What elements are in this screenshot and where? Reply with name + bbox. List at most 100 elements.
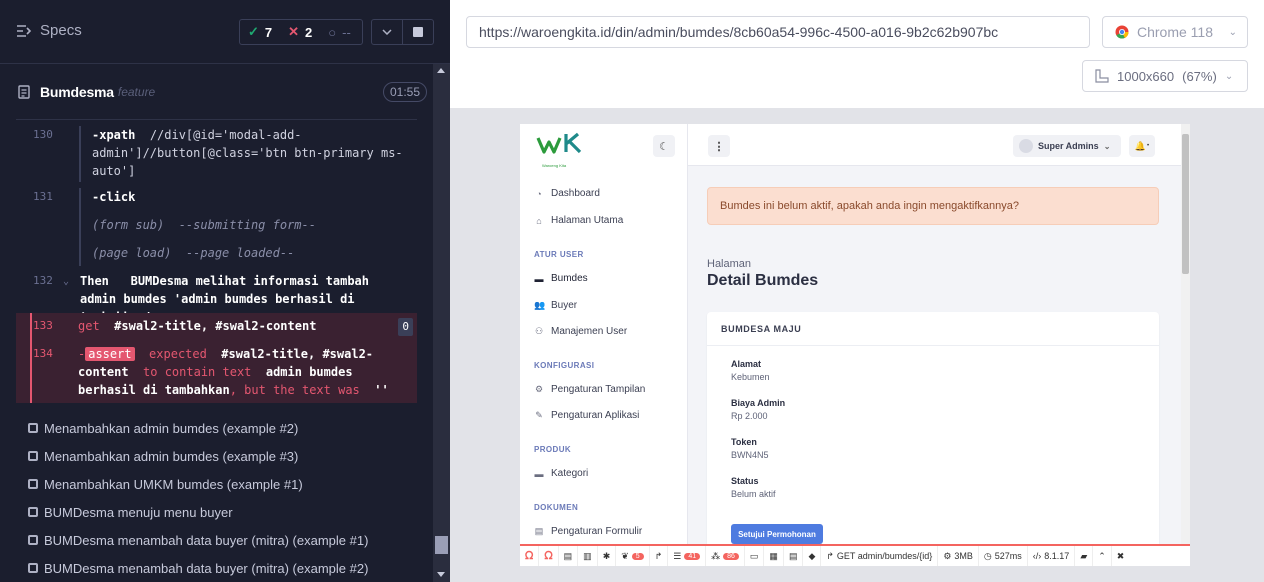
app-under-test-frame: Waroeng Kita ☾ ◔ Dashboard ⌂ Halaman Utama… bbox=[520, 124, 1190, 566]
test-status-icon bbox=[28, 423, 38, 433]
nav-manajemen-user[interactable]: ⚇ Manajemen User bbox=[534, 326, 627, 337]
url-bar[interactable]: https://waroengkita.id/din/admin/bumdes/… bbox=[466, 16, 1090, 48]
command-row[interactable]: 130 -xpath //div[@id='modal-add-admin']/… bbox=[16, 126, 417, 182]
nav-label: Buyer bbox=[551, 300, 578, 311]
auto-scroll-button[interactable] bbox=[372, 20, 402, 44]
suite-type: feature bbox=[117, 85, 156, 99]
stop-button[interactable] bbox=[402, 20, 433, 44]
approve-button[interactable]: Setujui Permohonan bbox=[731, 524, 823, 544]
viewport-zoom: (67%) bbox=[1182, 68, 1217, 84]
nav-pengaturan-formulir[interactable]: ▤ Pengaturan Formulir bbox=[534, 526, 642, 537]
header-controls bbox=[371, 19, 434, 45]
user-icon: ⚇ bbox=[534, 326, 544, 336]
nav-label: Pengaturan Aplikasi bbox=[551, 410, 640, 421]
failed-count: 2 bbox=[305, 24, 313, 40]
specs-button[interactable]: Specs bbox=[16, 22, 82, 39]
test-item[interactable]: BUMDesma menambah data buyer (mitra) (ex… bbox=[28, 554, 368, 582]
laravel-logo-icon[interactable]: ᘯ bbox=[520, 546, 540, 566]
nav-label: Halaman Utama bbox=[551, 215, 624, 226]
caret-up-icon[interactable]: ⌃ bbox=[1093, 546, 1112, 566]
nav-dashboard[interactable]: ◔ Dashboard bbox=[534, 188, 600, 199]
scrollbar-thumb[interactable] bbox=[1182, 134, 1189, 274]
test-item[interactable]: Menambahkan admin bumdes (example #3) bbox=[28, 442, 298, 470]
table-icon[interactable]: ▦ bbox=[764, 546, 784, 566]
suite-header[interactable]: Bumdesma feature 01:55 bbox=[16, 78, 433, 106]
test-item[interactable]: BUMDesma menambah data buyer (mitra) (ex… bbox=[28, 526, 368, 554]
bell-icon[interactable]: 🔔 • bbox=[1129, 135, 1155, 157]
nav-buyer[interactable]: 👥 Buyer bbox=[534, 300, 577, 311]
test-item[interactable]: Menambahkan UMKM bumdes (example #1) bbox=[28, 470, 303, 498]
page-pretitle: Halaman bbox=[707, 258, 752, 270]
field-label: Token bbox=[731, 437, 757, 447]
nav-kategori[interactable]: ▬ Kategori bbox=[534, 468, 589, 479]
timeline-tab-icon[interactable]: ▥ bbox=[578, 546, 598, 566]
chevron-down-icon: ⌄ bbox=[1224, 70, 1234, 82]
command-row[interactable]: (page load) --page loaded-- bbox=[16, 238, 417, 266]
spinner-icon: ○ bbox=[328, 24, 337, 40]
chevron-down-icon: ⌄ bbox=[1103, 141, 1111, 151]
kebab-menu-icon[interactable]: ⋮ bbox=[708, 135, 730, 157]
inbox-icon[interactable]: ▭ bbox=[745, 546, 765, 566]
pending-count: -- bbox=[342, 24, 351, 40]
models-count: 86 bbox=[723, 552, 739, 560]
nav-pengaturan-aplikasi[interactable]: ✎ Pengaturan Aplikasi bbox=[534, 410, 639, 421]
command-row[interactable]: 131 -click bbox=[16, 188, 417, 210]
browser-name: Chrome 118 bbox=[1137, 24, 1214, 40]
viewport-selector[interactable]: 1000x660 (67%) ⌄ bbox=[1082, 60, 1248, 92]
section-atur-user: ATUR USER bbox=[534, 250, 584, 259]
close-icon[interactable]: ✖ bbox=[1112, 546, 1130, 566]
dashboard-icon: ◔ bbox=[536, 188, 542, 199]
app-main: Bumdes ini belum aktif, apakah anda ingi… bbox=[688, 166, 1181, 552]
command-name: (page load) bbox=[92, 246, 172, 260]
bug-icon[interactable]: ✱ bbox=[598, 546, 617, 566]
folder-icon[interactable]: ▰ bbox=[1075, 546, 1094, 566]
nav-pengaturan-tampilan[interactable]: ⚙ Pengaturan Tampilan bbox=[534, 384, 645, 395]
app-scrollbar[interactable] bbox=[1181, 124, 1190, 544]
field-token: Token BWN4N5 bbox=[731, 437, 769, 460]
share-icon[interactable]: ↱ bbox=[650, 546, 669, 566]
command-row[interactable]: (form sub) --submitting form-- bbox=[16, 210, 417, 238]
test-item[interactable]: Menambahkan admin bumdes (example #2) bbox=[28, 414, 298, 442]
models-tab[interactable]: ⁂ 86 bbox=[706, 546, 745, 566]
browser-selector[interactable]: Chrome 118 ⌄ bbox=[1102, 16, 1248, 48]
command-message: --page loaded-- bbox=[185, 246, 295, 260]
route-item[interactable]: ↱ GET admin/bumdes/{id} bbox=[821, 546, 939, 566]
nav-label: Pengaturan Formulir bbox=[551, 526, 643, 537]
memory-text: 3MB bbox=[954, 551, 973, 561]
scroll-up-arrow-icon[interactable] bbox=[437, 68, 445, 73]
messages-tab[interactable]: ❦ 5 bbox=[616, 546, 650, 566]
test-item[interactable]: BUMDesma menuju menu buyer bbox=[28, 498, 233, 526]
messages-tab-icon[interactable]: ▤ bbox=[559, 546, 579, 566]
list-icon[interactable]: ▤ bbox=[784, 546, 804, 566]
field-biaya-admin: Biaya Admin Rp 2.000 bbox=[731, 398, 785, 421]
moon-icon[interactable]: ☾ bbox=[653, 135, 675, 157]
home-icon: ⌂ bbox=[536, 215, 542, 226]
wrench-icon: ✎ bbox=[535, 410, 543, 420]
nav-halaman-utama[interactable]: ⌂ Halaman Utama bbox=[534, 215, 623, 226]
reporter-scrollbar[interactable] bbox=[433, 64, 450, 582]
laravel-icon[interactable]: ᘯ bbox=[539, 546, 559, 566]
passed-count: 7 bbox=[264, 24, 273, 40]
command-number: 130 bbox=[33, 128, 53, 141]
user-menu-button[interactable]: Super Admins ⌄ bbox=[1013, 135, 1121, 157]
tag-icon[interactable]: ◆ bbox=[803, 546, 822, 566]
queries-tab[interactable]: ☰ 41 bbox=[668, 546, 707, 566]
gear-icon: ⚙ bbox=[534, 384, 544, 394]
url-text: https://waroengkita.id/din/admin/bumdes/… bbox=[479, 24, 999, 40]
specs-label: Specs bbox=[40, 22, 82, 39]
test-title: Menambahkan UMKM bumdes (example #1) bbox=[44, 476, 303, 492]
failed-command-row[interactable]: 133 get #swal2-title, #swal2-content 0 bbox=[16, 313, 417, 339]
share-icon: ↱ bbox=[826, 550, 834, 561]
command-name: get bbox=[78, 319, 100, 333]
scrollbar-thumb[interactable] bbox=[435, 536, 448, 554]
nav-bumdes[interactable]: ▬ Bumdes bbox=[534, 273, 588, 284]
messages-count: 5 bbox=[631, 552, 644, 560]
scroll-down-arrow-icon[interactable] bbox=[437, 572, 445, 577]
failed-assert-row[interactable]: 134 - assert expected #swal2-title, #swal… bbox=[16, 339, 417, 403]
queries-count: 41 bbox=[684, 552, 701, 560]
step-row[interactable]: 132 ⌄ Then BUMDesma melihat informasi ta… bbox=[16, 272, 417, 324]
chrome-icon bbox=[1115, 25, 1129, 39]
chevron-down-icon: ⌄ bbox=[1228, 26, 1237, 38]
test-status-icon bbox=[28, 563, 38, 573]
field-alamat: Alamat Kebumen bbox=[731, 359, 770, 382]
